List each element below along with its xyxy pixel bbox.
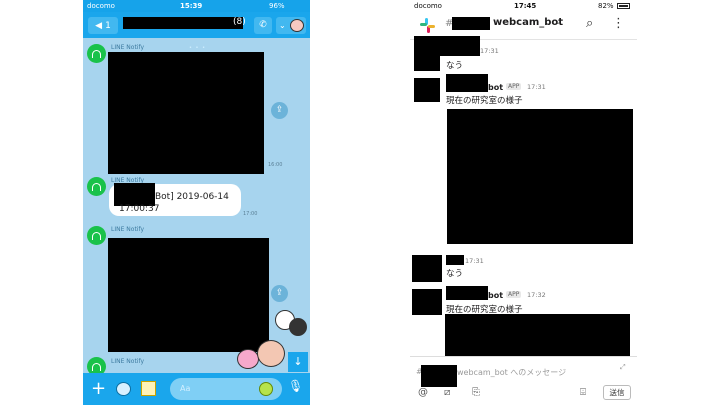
- line-carrier: docomo: [87, 2, 115, 10]
- bot-name-redacted: [446, 286, 488, 300]
- avatar-redacted[interactable]: [412, 255, 442, 282]
- line-notify-avatar[interactable]: [87, 177, 106, 196]
- composer-name-redacted: [421, 365, 457, 387]
- line-notify-avatar[interactable]: [87, 226, 106, 245]
- message-time: 17:00: [243, 211, 258, 217]
- message-text: なう: [446, 269, 464, 279]
- more-vertical-icon[interactable]: ⋮: [612, 16, 625, 31]
- share-button[interactable]: ⇪: [271, 285, 288, 302]
- channel-name[interactable]: webcam_bot: [493, 17, 563, 28]
- channel-name-redacted: [452, 17, 490, 30]
- avatar-redacted[interactable]: [412, 289, 442, 315]
- line-app-screen: docomo 15:39 96% ◀ 1 (8) ✆ ⌄ • • • LINE …: [83, 0, 310, 405]
- share-icon: ⇪: [275, 105, 284, 115]
- sticker-mickey-icon: [289, 318, 307, 336]
- message-input[interactable]: webcam_bot へのメッセージ: [457, 367, 566, 378]
- slack-battery-text: 82%: [598, 2, 614, 10]
- line-notify-avatar[interactable]: [87, 44, 106, 63]
- chat-title-redacted: [123, 17, 243, 29]
- message-time: 17:31: [480, 47, 499, 55]
- text-redacted: [114, 183, 155, 206]
- share-button[interactable]: ⇪: [271, 102, 288, 119]
- message-sender: LINE Notify: [111, 226, 145, 233]
- photo-redacted[interactable]: [445, 314, 630, 362]
- back-arrow-icon: ◀: [95, 20, 103, 31]
- message-text: なう: [446, 61, 464, 71]
- camera-icon[interactable]: [116, 382, 131, 396]
- emoji-icon[interactable]: [259, 382, 273, 396]
- expand-icon[interactable]: ⤢: [620, 363, 626, 372]
- avatar-redacted[interactable]: [414, 78, 440, 102]
- avatar-redacted[interactable]: [414, 53, 440, 71]
- line-battery-text: 96%: [269, 2, 285, 10]
- photo-redacted[interactable]: [447, 109, 633, 244]
- battery-icon: [617, 3, 630, 9]
- attachment-icon[interactable]: ⎘: [472, 387, 480, 398]
- message-sender: LINE Notify: [111, 44, 145, 51]
- arrow-down-icon: ↓: [293, 355, 303, 368]
- chevron-down-icon[interactable]: ⌄: [555, 18, 561, 26]
- message-time: 17:32: [527, 291, 546, 299]
- message-text: 現在の研究室の様子: [446, 96, 523, 106]
- back-button[interactable]: ◀ 1: [88, 17, 118, 34]
- line-input-bar: + Aa 🎙: [83, 373, 310, 405]
- phone-icon: ✆: [259, 20, 267, 30]
- slash-command-icon[interactable]: ⧄: [444, 387, 450, 398]
- app-badge: APP: [506, 83, 522, 90]
- bot-name[interactable]: bot: [488, 83, 503, 92]
- line-chat-header: ◀ 1 (8) ✆ ⌄ • • •: [83, 12, 310, 51]
- share-icon: ⇪: [275, 288, 284, 298]
- slack-status-bar: docomo 17:45 82%: [410, 0, 637, 12]
- photo-redacted[interactable]: [108, 238, 269, 352]
- page-indicator: • • •: [189, 45, 207, 51]
- scroll-to-bottom-button[interactable]: ↓: [288, 352, 308, 372]
- sticker-piglet-icon: [237, 349, 259, 369]
- message-composer: # webcam_bot へのメッセージ ⤢ @ ⧄ ⎘ ⌹ 送信: [410, 356, 637, 405]
- plus-icon[interactable]: +: [91, 378, 106, 399]
- sticker-mickey-face-icon: [257, 340, 285, 367]
- search-icon[interactable]: ⌕: [586, 16, 593, 31]
- message-text-line1: Bot] 2019-06-14: [155, 192, 229, 202]
- message-sender: LINE Notify: [111, 358, 145, 365]
- bot-name[interactable]: bot: [488, 291, 503, 300]
- message-time: 17:31: [527, 83, 546, 91]
- slack-clock: 17:45: [514, 2, 537, 10]
- send-button[interactable]: 送信: [603, 385, 631, 400]
- mention-icon[interactable]: @: [418, 387, 428, 398]
- member-count: (8): [233, 17, 246, 27]
- microphone-icon[interactable]: 🎙: [288, 379, 303, 393]
- bot-name-redacted: [446, 74, 488, 92]
- back-count: 1: [105, 20, 111, 31]
- chevron-down-icon: ⌄: [279, 21, 286, 30]
- line-clock: 15:39: [180, 2, 203, 10]
- slack-logo-icon[interactable]: [420, 18, 435, 33]
- line-status-bar: docomo 15:39 96%: [83, 0, 310, 12]
- message-time: 16:00: [268, 162, 283, 168]
- message-time: 17:31: [465, 257, 484, 265]
- chat-menu-button[interactable]: ⌄: [276, 17, 306, 34]
- screenshot-stage: docomo 15:39 96% ◀ 1 (8) ✆ ⌄ • • • LINE …: [0, 0, 720, 405]
- slack-carrier: docomo: [414, 2, 442, 10]
- message-text-line2: 17:00:37: [119, 204, 160, 214]
- app-badge: APP: [506, 291, 522, 298]
- image-icon[interactable]: [141, 381, 156, 396]
- slack-app-screen: docomo 17:45 82% # webcam_bot ⌄ ⌕ ⋮ 17:3…: [410, 0, 637, 405]
- photo-redacted[interactable]: [108, 52, 264, 174]
- sticker-avatar-icon: [290, 19, 304, 32]
- user-name-redacted: [446, 255, 464, 265]
- phone-call-button[interactable]: ✆: [254, 17, 272, 34]
- camera-icon[interactable]: ⌹: [580, 387, 586, 398]
